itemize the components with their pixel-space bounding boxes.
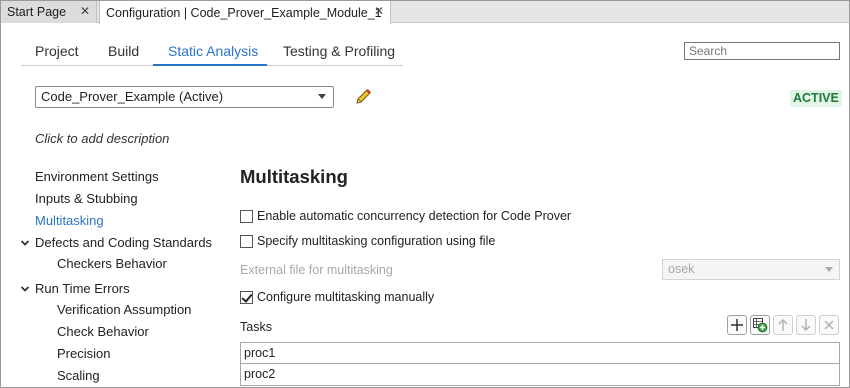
option-configure-manually[interactable]: Configure multitasking manually — [240, 290, 434, 304]
checkbox-label: Configure multitasking manually — [257, 290, 435, 304]
chevron-down-icon — [318, 94, 326, 99]
sidebar-item-precision[interactable]: Precision — [57, 346, 110, 361]
doc-tab-start-page[interactable]: Start Page ✕ — [1, 1, 97, 23]
tasks-label: Tasks — [240, 320, 272, 334]
config-tab-bar: Project Build Static Analysis Testing & … — [21, 39, 403, 66]
table-row[interactable]: proc2 — [240, 364, 840, 386]
tasks-table: proc1 proc2 — [240, 342, 840, 386]
add-task-button[interactable] — [727, 315, 747, 335]
close-icon[interactable]: ✕ — [80, 4, 90, 18]
sidebar-item-scaling[interactable]: Scaling — [57, 368, 100, 383]
plus-icon — [731, 319, 743, 331]
chevron-down-icon[interactable] — [20, 284, 30, 294]
sidebar-item-defects-coding-standards[interactable]: Defects and Coding Standards — [35, 235, 212, 250]
move-up-button[interactable] — [773, 315, 793, 335]
remove-task-button[interactable] — [819, 315, 839, 335]
checkbox-label: Enable automatic concurrency detection f… — [257, 209, 572, 223]
option-auto-concurrency[interactable]: Enable automatic concurrency detection f… — [240, 209, 571, 223]
sidebar-item-checkers-behavior[interactable]: Checkers Behavior — [57, 256, 167, 271]
doc-tab-label: Configuration | Code_Prover_Example_Modu… — [106, 5, 382, 20]
move-down-button[interactable] — [796, 315, 816, 335]
pencil-icon[interactable] — [353, 87, 373, 107]
tab-testing-profiling[interactable]: Testing & Profiling — [283, 39, 395, 65]
tab-static-analysis[interactable]: Static Analysis — [168, 39, 258, 65]
active-tab-indicator — [153, 64, 267, 66]
sidebar-item-check-behavior[interactable]: Check Behavior — [57, 324, 149, 339]
configuration-select[interactable]: Code_Prover_Example (Active) — [35, 86, 334, 108]
sidebar-item-multitasking[interactable]: Multitasking — [35, 213, 104, 228]
chevron-down-icon[interactable] — [20, 238, 30, 248]
sidebar-item-verification-assumption[interactable]: Verification Assumption — [57, 302, 191, 317]
external-file-select-value: osek — [668, 262, 695, 276]
sidebar-item-inputs-stubbing[interactable]: Inputs & Stubbing — [35, 191, 138, 206]
arrow-down-icon — [801, 319, 811, 331]
external-file-label: External file for multitasking — [240, 263, 393, 277]
section-title: Multitasking — [240, 166, 348, 187]
tab-project[interactable]: Project — [35, 39, 79, 65]
status-badge: ACTIVE — [790, 90, 842, 107]
close-icon — [824, 320, 834, 330]
option-multitasking-file[interactable]: Specify multitasking configuration using… — [240, 234, 495, 248]
close-icon[interactable]: ✕ — [374, 4, 384, 18]
checkbox[interactable] — [240, 209, 253, 223]
document-tab-bar: Start Page ✕ Configuration | Code_Prover… — [1, 1, 849, 24]
chevron-down-icon — [825, 267, 833, 272]
tab-build[interactable]: Build — [108, 39, 139, 65]
search-input[interactable] — [684, 42, 840, 60]
external-file-select: osek — [662, 259, 840, 280]
sidebar-item-run-time-errors[interactable]: Run Time Errors — [35, 281, 130, 296]
arrow-up-icon — [778, 319, 788, 331]
configuration-select-value: Code_Prover_Example (Active) — [41, 89, 224, 104]
doc-tab-label: Start Page — [7, 5, 67, 19]
table-row[interactable]: proc1 — [240, 342, 840, 364]
add-from-table-icon — [753, 318, 768, 333]
checkbox-checked[interactable] — [240, 290, 253, 304]
doc-tab-configuration[interactable]: Configuration | Code_Prover_Example_Modu… — [99, 1, 391, 24]
add-from-list-button[interactable] — [750, 315, 770, 335]
checkbox-label: Specify multitasking configuration using… — [257, 234, 496, 248]
checkbox[interactable] — [240, 234, 253, 248]
window: Start Page ✕ Configuration | Code_Prover… — [0, 0, 850, 388]
sidebar-item-environment-settings[interactable]: Environment Settings — [35, 169, 159, 184]
description-placeholder[interactable]: Click to add description — [35, 131, 169, 146]
